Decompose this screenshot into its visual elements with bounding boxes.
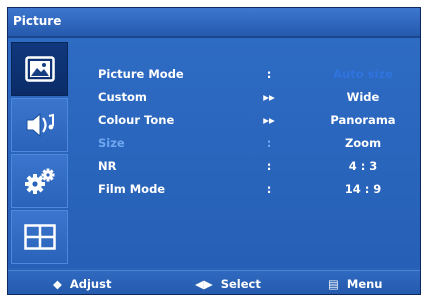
menu-row-value: Auto size <box>333 67 393 81</box>
menu-row-label: Film Mode <box>98 182 166 196</box>
sidebar <box>8 38 71 268</box>
menu-row-value: 14 : 9 <box>344 182 382 196</box>
menu-row-separator: : <box>266 67 272 81</box>
hint-bar: ◆ Adjust ◀▶ Select ▤ Menu <box>8 270 420 294</box>
menu-row-size[interactable]: Size : Zoom <box>98 133 408 153</box>
menu-row-label: Colour Tone <box>98 113 175 127</box>
sound-icon <box>24 110 56 140</box>
menu-row-label: Picture Mode <box>98 67 184 81</box>
updown-arrow-icon: ◆ <box>53 277 62 291</box>
osd-menu-window: Picture Picture Mode: Auto size Custom … <box>7 7 421 295</box>
menu-row-value: 4 : 3 <box>348 159 378 173</box>
menu-row-film-mode[interactable]: Film Mode : 14 : 9 <box>98 179 408 199</box>
sidebar-item-sound[interactable] <box>11 98 68 152</box>
menu-row-label: NR <box>98 159 117 173</box>
menu-icon: ▤ <box>328 277 339 291</box>
hint-adjust-label: Adjust <box>69 277 112 291</box>
grid-icon <box>23 224 56 250</box>
menu-row-picture-mode[interactable]: Picture Mode : Auto size <box>98 64 408 84</box>
menu-row-colour-tone[interactable]: Colour Tone ▸▸ Panorama <box>98 110 408 130</box>
submenu-arrow-icon: ▸▸ <box>263 113 275 127</box>
submenu-arrow-icon: ▸▸ <box>263 90 275 104</box>
menu-row-nr[interactable]: NR : 4 : 3 <box>98 156 408 176</box>
menu-row-separator: : <box>266 159 272 173</box>
picture-icon <box>24 56 55 82</box>
window-title: Picture <box>13 14 62 28</box>
hint-menu: ▤ Menu <box>328 277 383 291</box>
sidebar-item-setup[interactable] <box>11 154 68 208</box>
title-bar: Picture <box>8 8 420 38</box>
menu-row-value: Wide <box>346 90 380 104</box>
hint-adjust: ◆ Adjust <box>53 277 111 291</box>
sidebar-item-picture[interactable] <box>11 42 68 96</box>
menu-content: Picture Mode : Auto size Custom ▸▸ Wide … <box>8 38 420 268</box>
menu-row-label: Size <box>98 136 125 150</box>
hint-select-label: Select <box>220 277 261 291</box>
menu-row-value: Panorama <box>330 113 396 127</box>
hint-select: ◀▶ Select <box>195 277 261 291</box>
gears-icon <box>23 166 57 196</box>
menu-row-custom[interactable]: Custom ▸▸ Wide <box>98 87 408 107</box>
menu-row-value: Zoom <box>344 136 382 150</box>
hint-menu-label: Menu <box>346 277 383 291</box>
leftright-arrow-icon: ◀▶ <box>195 277 213 291</box>
picture-menu-list: Picture Mode : Auto size Custom ▸▸ Wide … <box>98 38 418 268</box>
sidebar-item-pip[interactable] <box>11 210 68 264</box>
menu-row-label: Custom <box>98 90 147 104</box>
menu-row-separator: : <box>266 136 272 150</box>
menu-row-separator: : <box>266 182 272 196</box>
